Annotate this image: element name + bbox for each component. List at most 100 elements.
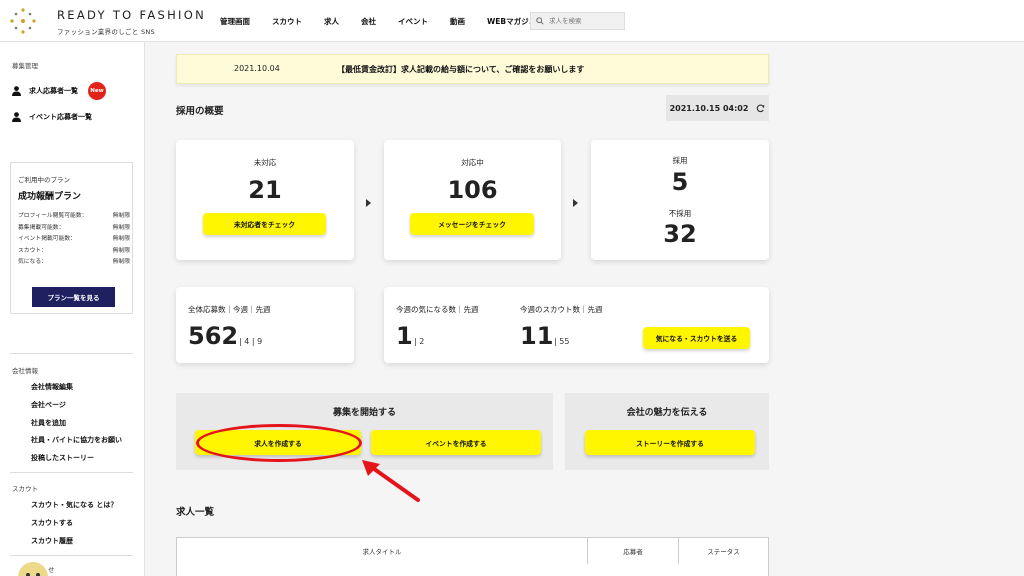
sidebar-item-label: イベント応募者一覧 [29,113,92,121]
applications-last: 9 [257,337,263,346]
avatar-face-icon [26,573,40,576]
plan-row: イベント掲載可能数： 無制限 [18,233,130,245]
rejected-label: 不採用 [668,209,692,218]
scout-last: 55 [559,337,570,346]
column-applicants: 応募者 [588,538,679,564]
in-progress-count: 106 [447,176,498,204]
user-icon [12,86,21,96]
sidebar-divider [10,353,133,354]
applications-total: 562 [188,322,239,350]
sidebar-company-label: 会社情報 [12,367,38,375]
sidebar-item-edit-company[interactable]: 会社情報編集 [31,382,73,392]
user-icon [12,112,21,122]
last-updated[interactable]: 2021.10.15 04:02 [666,95,769,121]
create-job-button[interactable]: 求人を作成する [195,430,361,455]
nav-jobs[interactable]: 求人 [324,16,339,27]
plan-row-key: イベント掲載可能数： [18,236,76,242]
scout-week: 11 [520,322,554,350]
sidebar-item-ask-staff[interactable]: 社員・バイトに協力をお願い [31,435,122,445]
pending-card: 未対応 21 未対応者をチェック [176,140,354,260]
logo-icon[interactable] [8,6,38,36]
nav-videos[interactable]: 動画 [450,16,465,27]
plan-box: ご利用中のプラン 成功報酬プラン プロフィール閲覧可能数： 無制限 募集掲載可能数… [10,162,133,314]
check-messages-button[interactable]: メッセージをチェック [410,213,534,235]
search-box[interactable] [530,12,625,30]
sidebar-item-posted-stories[interactable]: 投稿したストーリー [31,453,94,463]
plan-row: プロフィール閲覧可能数： 無制限 [18,210,130,222]
plan-row-value: 無制限 [112,213,130,219]
overview-title: 採用の概要 [176,106,224,117]
nav-events[interactable]: イベント [398,16,428,27]
plan-row-value: 無制限 [112,259,130,265]
sidebar-item-scout[interactable]: スカウトする [31,518,73,528]
scout-last-wrap: | 55 [554,337,570,346]
send-scout-button[interactable]: 気になる・スカウトを送る [643,327,750,349]
plan-limits: プロフィール閲覧可能数： 無制限 募集掲載可能数： 無制限 イベント掲載可能数： 無制… [18,210,130,268]
plan-row-value: 無制限 [112,247,130,254]
sidebar-item-label: 求人応募者一覧 [29,87,78,95]
sidebar-item-company-page[interactable]: 会社ページ [31,400,66,410]
plan-row-value: 無制限 [112,224,130,231]
notice-banner[interactable]: 2021.10.04 【最低賃金改訂】求人記載の給与額について、ご確認をお願いし… [176,54,769,84]
brand-title: READY TO FASHION [57,8,206,22]
result-card: 採用 5 不採用 32 [591,140,769,260]
column-job-title: 求人タイトル [177,538,588,564]
arrow-right-icon [573,199,578,207]
jobs-table: 求人タイトル 応募者 ステータス [176,537,769,576]
nav-web-magazine[interactable]: WEBマガジン [487,16,536,27]
hired-count: 5 [671,168,689,196]
sidebar-item-scout-about[interactable]: スカウト・気になる とは？ [31,500,117,510]
nav-company[interactable]: 会社 [361,16,376,27]
nav-scout[interactable]: スカウト [272,16,302,27]
column-status: ステータス [707,548,740,556]
sidebar-item-applicants[interactable]: 求人応募者一覧 New [12,82,106,100]
brand[interactable]: READY TO FASHION ファッション業界のしごと SNS [57,8,206,36]
pending-count: 21 [248,176,282,204]
plan-row-key: 気になる： [18,259,47,265]
plan-row-key: スカウト： [18,247,47,254]
search-input[interactable] [549,17,619,25]
in-progress-card: 対応中 106 メッセージをチェック [384,140,561,260]
refresh-icon [757,104,765,112]
scout-label: 今週のスカウト数｜先週 [520,305,603,314]
plan-label: ご利用中のプラン [18,176,70,184]
jobs-title: 求人一覧 [176,507,215,518]
plan-row: 気になる： 無制限 [18,256,130,268]
new-badge: New [88,82,106,100]
scout-stats-card: 今週の気になる数｜先週 1 | 2 今週のスカウト数｜先週 11 | 55 気に… [384,287,769,363]
check-pending-button[interactable]: 未対応者をチェック [203,213,326,235]
company-appeal-panel: 会社の魅力を伝える ストーリーを作成する [565,393,769,470]
search-icon [536,17,544,25]
start-recruiting-title: 募集を開始する [332,408,396,418]
sidebar-item-event-applicants[interactable]: イベント応募者一覧 [12,112,92,122]
applications-week: 4 [244,337,250,346]
interest-last: 2 [419,337,425,346]
interest-week: 1 [396,322,413,350]
create-event-button[interactable]: イベントを作成する [371,430,541,455]
top-header: READY TO FASHION ファッション業界のしごと SNS 管理画面 ス… [0,0,1024,42]
sidebar-item-add-staff[interactable]: 社員を追加 [31,418,66,428]
sidebar-cut-label: せ [48,566,55,574]
applications-label: 全体応募数｜今週｜先週 [188,305,271,314]
notice-text: 【最低賃金改訂】求人記載の給与額について、ご確認をお願いします [337,65,585,74]
rejected-count: 32 [663,220,697,248]
plan-row-value: 無制限 [112,236,130,242]
red-arrow-icon [362,460,420,502]
view-plans-button[interactable]: プラン一覧を見る [32,287,115,307]
sidebar-item-scout-history[interactable]: スカウト履歴 [31,536,73,546]
plan-row-key: プロフィール閲覧可能数： [18,213,88,219]
applications-week-last: | 4 | 9 [239,337,263,346]
interest-last-wrap: | 2 [414,337,425,346]
sidebar: 募集管理 求人応募者一覧 New イベント応募者一覧 ご利用中のプラン 成功報酬… [0,42,145,576]
create-story-button[interactable]: ストーリーを作成する [585,430,755,455]
sidebar-scout-label: スカウト [12,485,38,493]
last-updated-text: 2021.10.15 04:02 [669,103,749,113]
brand-subtitle: ファッション業界のしごと SNS [57,28,155,36]
company-appeal-title: 会社の魅力を伝える [626,408,708,418]
nav-admin[interactable]: 管理画面 [220,16,250,27]
arrow-right-icon [366,199,371,207]
plan-row: スカウト： 無制限 [18,245,130,257]
interest-label: 今週の気になる数｜先週 [396,305,479,314]
hired-label: 採用 [672,156,688,165]
avatar[interactable] [18,562,48,576]
